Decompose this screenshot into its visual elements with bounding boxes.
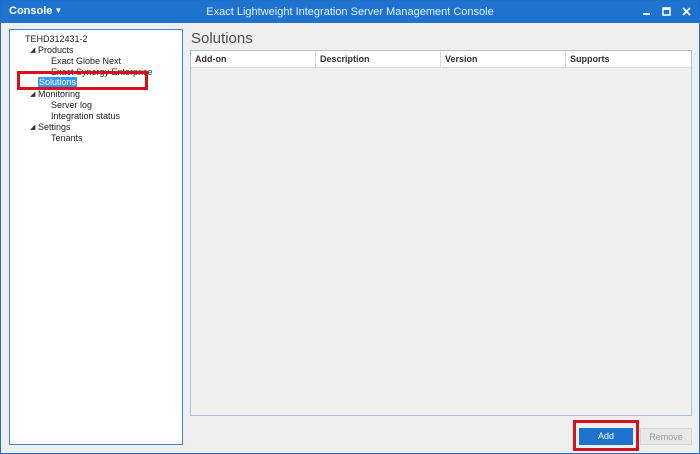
tree-item-monitoring[interactable]: Monitoring bbox=[38, 89, 80, 100]
remove-button[interactable]: Remove bbox=[640, 428, 692, 445]
grid-header: Add-on Description Version Supports bbox=[191, 51, 691, 68]
title-bar: Console ▼ Exact Lightweight Integration S… bbox=[1, 1, 699, 23]
minimize-icon bbox=[642, 12, 650, 15]
column-header-description[interactable]: Description bbox=[316, 51, 441, 67]
tree-item-integration-status[interactable]: Integration status bbox=[51, 111, 120, 122]
solutions-grid: Add-on Description Version Supports bbox=[190, 50, 692, 416]
tree-item-exact-globe-next[interactable]: Exact Globe Next bbox=[51, 56, 121, 67]
tree-item-settings[interactable]: Settings bbox=[38, 122, 71, 133]
tree-item-products[interactable]: Products bbox=[38, 45, 74, 56]
page-title: Solutions bbox=[191, 30, 253, 47]
tree-item-server-log[interactable]: Server log bbox=[51, 100, 92, 111]
tree-item-solutions[interactable]: Solutions bbox=[38, 77, 78, 88]
expand-toggle-icon[interactable]: ◢ bbox=[30, 122, 35, 133]
close-button[interactable] bbox=[679, 4, 693, 18]
add-button[interactable]: Add bbox=[579, 428, 633, 445]
window-controls bbox=[639, 4, 693, 18]
navigation-tree: TEHD312431-2 ◢ Products Exact Globe Next… bbox=[9, 29, 183, 445]
tree-root-server[interactable]: TEHD312431-2 bbox=[25, 34, 88, 45]
maximize-button[interactable] bbox=[659, 4, 673, 18]
close-icon bbox=[681, 6, 691, 16]
expand-toggle-icon[interactable]: ◢ bbox=[30, 89, 35, 100]
expand-toggle-icon[interactable]: ◢ bbox=[30, 45, 35, 56]
minimize-button[interactable] bbox=[639, 4, 653, 18]
tree-item-tenants[interactable]: Tenants bbox=[51, 133, 83, 144]
app-window: Console ▼ Exact Lightweight Integration S… bbox=[0, 0, 700, 454]
column-header-version[interactable]: Version bbox=[441, 51, 566, 67]
maximize-icon bbox=[661, 6, 671, 16]
column-header-supports[interactable]: Supports bbox=[566, 51, 691, 67]
window-title: Exact Lightweight Integration Server Man… bbox=[206, 6, 494, 18]
column-header-add-on[interactable]: Add-on bbox=[191, 51, 316, 67]
